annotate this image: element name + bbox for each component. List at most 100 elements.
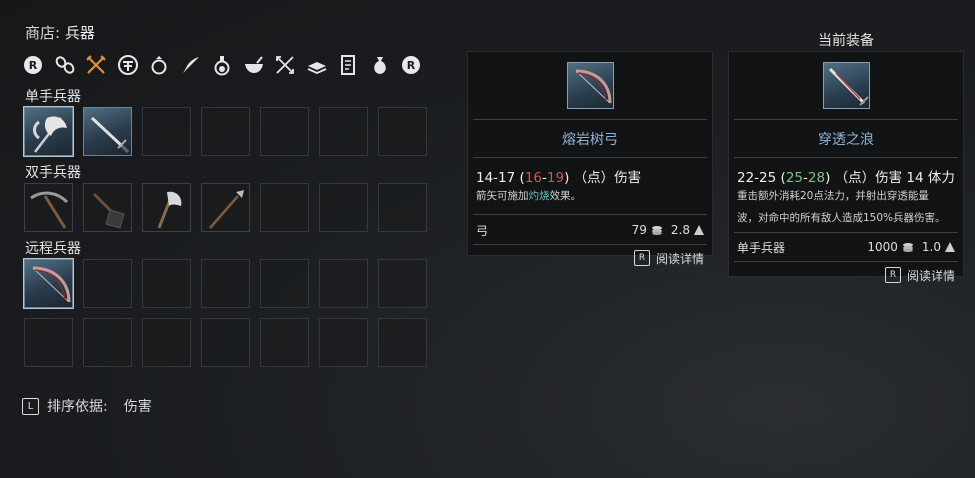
current-equipment-card: 穿透之浪 22-25 (25-28) （点）伤害 14 体力 重击额外消耗20点… bbox=[728, 51, 964, 283]
r-key-icon: R bbox=[884, 267, 901, 283]
empty-slot[interactable] bbox=[378, 318, 427, 367]
r-key-icon: R bbox=[633, 250, 650, 266]
armor-emblem-icon[interactable] bbox=[115, 52, 141, 78]
crossed-weapons-icon[interactable] bbox=[83, 52, 109, 78]
item-axe[interactable] bbox=[142, 183, 191, 232]
desc-line-1: 重击额外消耗20点法力，并射出穿透能量 bbox=[737, 190, 929, 202]
empty-slot[interactable] bbox=[260, 318, 309, 367]
read-details-button[interactable]: R 阅读详情 bbox=[468, 248, 712, 268]
scroll-icon[interactable] bbox=[335, 52, 361, 78]
item-pickaxe[interactable] bbox=[24, 183, 73, 232]
empty-slot[interactable] bbox=[319, 183, 368, 232]
item-battle-axe[interactable] bbox=[23, 106, 74, 157]
empty-slot[interactable] bbox=[83, 259, 132, 308]
empty-slot[interactable] bbox=[201, 107, 250, 156]
current-item-name: 穿透之浪 bbox=[818, 131, 874, 148]
shop-title-name: 兵器 bbox=[64, 24, 95, 42]
weight-icon bbox=[694, 225, 704, 235]
grid-ranged-row-2 bbox=[24, 318, 437, 367]
shop-title-prefix: 商店: bbox=[25, 24, 61, 42]
item-type: 弓 bbox=[476, 223, 489, 238]
selected-item-card: 熔岩树弓 14-17 (16-19) （点）伤害 箭矢可施加灼烧效果。 弓 79… bbox=[467, 51, 713, 266]
current-equipment-header: 当前装备 bbox=[818, 33, 874, 49]
current-item-icon bbox=[822, 62, 870, 109]
item-shovel[interactable] bbox=[83, 183, 132, 232]
desc-post: 效果。 bbox=[549, 190, 582, 202]
sack-icon[interactable] bbox=[367, 52, 393, 78]
empty-slot[interactable] bbox=[319, 259, 368, 308]
damage-suffix: （点）伤害 bbox=[573, 170, 642, 186]
read-details-label: 阅读详情 bbox=[906, 268, 955, 283]
damage-alt-max: 28 bbox=[807, 170, 826, 186]
item-price: 79 bbox=[631, 223, 647, 237]
selected-item-damage: 14-17 (16-19) （点）伤害 bbox=[468, 166, 712, 186]
empty-slot[interactable] bbox=[378, 259, 427, 308]
empty-slot[interactable] bbox=[142, 259, 191, 308]
sort-label: 排序依据: bbox=[47, 399, 108, 415]
item-price: 1000 bbox=[867, 240, 898, 254]
grid-one-handed bbox=[23, 106, 437, 157]
selected-item-icon bbox=[566, 62, 614, 109]
item-sword[interactable] bbox=[83, 107, 132, 156]
empty-slot[interactable] bbox=[83, 318, 132, 367]
item-weight: 1.0 bbox=[921, 240, 941, 254]
sort-key-icon: L bbox=[22, 397, 39, 415]
divider bbox=[734, 261, 958, 262]
section-label-one-handed: 单手兵器 bbox=[25, 89, 81, 105]
item-type: 单手兵器 bbox=[737, 240, 786, 255]
empty-slot[interactable] bbox=[142, 107, 191, 156]
feather-quill-icon[interactable] bbox=[178, 52, 204, 78]
next-category-button[interactable]: R bbox=[398, 52, 424, 78]
empty-slot[interactable] bbox=[378, 107, 427, 156]
empty-slot[interactable] bbox=[260, 107, 309, 156]
desc-line-2: 波，对命中的所有敌人造成150%兵器伤害。 bbox=[737, 212, 946, 224]
damage-paren-close: ) bbox=[825, 170, 831, 186]
selected-item-name: 熔岩树弓 bbox=[562, 131, 618, 148]
r-button-icon: R bbox=[402, 56, 420, 74]
empty-slot[interactable] bbox=[378, 183, 427, 232]
damage-alt-min: 25 bbox=[785, 170, 803, 186]
read-details-label: 阅读详情 bbox=[655, 251, 704, 266]
read-details-button[interactable]: R 阅读详情 bbox=[729, 265, 963, 285]
damage-suffix: （点）伤害 14 体力 bbox=[834, 170, 955, 186]
empty-slot[interactable] bbox=[24, 318, 73, 367]
empty-slot[interactable] bbox=[201, 318, 250, 367]
empty-slot[interactable] bbox=[201, 259, 250, 308]
empty-slot[interactable] bbox=[260, 183, 309, 232]
damage-paren-close: ) bbox=[564, 170, 570, 186]
shop-title: 商店: 兵器 bbox=[25, 22, 95, 43]
desc-pre: 箭矢可施加 bbox=[476, 190, 529, 202]
divider bbox=[734, 157, 958, 158]
damage-alt-min: 16 bbox=[524, 170, 542, 186]
sort-value: 伤害 bbox=[123, 399, 152, 415]
book-stack-icon[interactable] bbox=[304, 52, 330, 78]
grid-ranged-row-1 bbox=[23, 258, 437, 309]
empty-slot[interactable] bbox=[260, 259, 309, 308]
item-bow[interactable] bbox=[23, 258, 74, 309]
divider bbox=[473, 244, 707, 245]
bowl-icon[interactable] bbox=[241, 52, 267, 78]
sort-control[interactable]: L 排序依据: 伤害 bbox=[22, 396, 152, 416]
ring-icon[interactable] bbox=[146, 52, 172, 78]
item-weight: 2.8 bbox=[670, 223, 690, 237]
section-label-two-handed: 双手兵器 bbox=[25, 165, 81, 181]
empty-slot[interactable] bbox=[319, 107, 368, 156]
current-item-damage: 22-25 (25-28) （点）伤害 14 体力 bbox=[729, 166, 963, 186]
selected-item-description: 箭矢可施加灼烧效果。 bbox=[468, 188, 712, 205]
empty-slot[interactable] bbox=[319, 318, 368, 367]
damage-alt-max: 19 bbox=[546, 170, 565, 186]
weight-icon bbox=[945, 242, 955, 252]
potion-flask-icon[interactable] bbox=[209, 52, 235, 78]
item-spear[interactable] bbox=[201, 183, 250, 232]
section-label-ranged: 远程兵器 bbox=[25, 241, 81, 257]
damage-base: 14-17 bbox=[476, 170, 516, 186]
r-button-icon: R bbox=[24, 56, 42, 74]
chain-icon[interactable] bbox=[52, 52, 78, 78]
coin-icon bbox=[651, 226, 662, 235]
crossed-arrows-icon[interactable] bbox=[272, 52, 298, 78]
divider bbox=[473, 157, 707, 158]
divider bbox=[473, 214, 707, 215]
current-item-description: 重击额外消耗20点法力，并射出穿透能量 波，对命中的所有敌人造成150%兵器伤害… bbox=[729, 188, 963, 227]
prev-category-button[interactable]: R bbox=[20, 52, 46, 78]
empty-slot[interactable] bbox=[142, 318, 191, 367]
